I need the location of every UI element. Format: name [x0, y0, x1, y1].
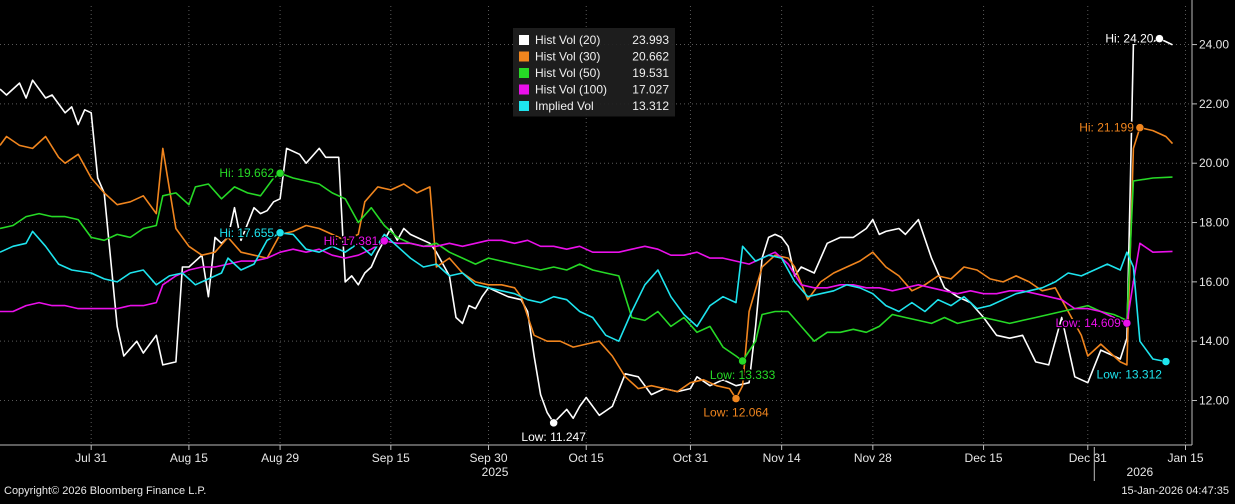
legend: Hist Vol (20) 23.993 Hist Vol (30) 20.662 Hi… [513, 28, 675, 117]
y-tick-label: 22.00 [1199, 97, 1229, 111]
legend-swatch [519, 35, 529, 45]
legend-series-name: Implied Vol [535, 99, 594, 113]
hi-label: Hi: 24.20 [1105, 32, 1153, 46]
x-tick-label: Sep 15 [372, 451, 410, 465]
low-marker [1122, 318, 1132, 328]
low-label: Low: 14.609 [1055, 316, 1121, 330]
copyright-text: Copyright© 2026 Bloomberg Finance L.P. [4, 485, 207, 497]
low-marker [738, 356, 747, 366]
x-tick-label: Aug 29 [261, 451, 299, 465]
x-tick-label: Aug 15 [170, 451, 208, 465]
hi-marker [1155, 34, 1164, 43]
legend-swatch [519, 51, 529, 62]
x-tick-label: Jan 15 [1167, 451, 1203, 465]
legend-swatch [519, 101, 529, 111]
legend-series-name: Hist Vol (100) [535, 83, 607, 97]
hi-marker [275, 168, 285, 178]
series-line-3 [0, 172, 1173, 362]
low-marker [549, 418, 558, 428]
chart-canvas: Jul 31 Aug 15 Aug 29 Sep 15 Sep 30 Oct 15 Oct … [0, 0, 1229, 481]
volatility-chart: Jul 31 Aug 15 Aug 29 Sep 15 Sep 30 Oct 15 Oct … [0, 0, 1235, 499]
year-label: 2025 [482, 465, 509, 479]
y-tick-label: 14.00 [1199, 334, 1229, 348]
y-tick-label: 12.00 [1199, 394, 1229, 408]
hi-label: Hi: 19.662 [219, 166, 274, 180]
legend-series-name: Hist Vol (30) [535, 50, 600, 64]
hi-marker [380, 236, 389, 246]
year-label: 2026 [1127, 465, 1154, 479]
hi-marker [1135, 123, 1145, 132]
y-tick-label: 16.00 [1199, 275, 1229, 289]
x-tick-label: Oct 31 [673, 451, 709, 465]
legend-series-value: 19.531 [632, 66, 669, 80]
legend-series-value: 20.662 [632, 50, 669, 64]
low-label: Low: 11.247 [521, 430, 586, 444]
low-label: Low: 12.064 [703, 406, 769, 420]
legend-series-value: 13.312 [632, 99, 669, 113]
x-tick-label: Nov 14 [763, 451, 801, 465]
hi-label: Hi: 21.199 [1079, 121, 1134, 135]
x-tick-label: Dec 15 [965, 451, 1003, 465]
y-tick-label: 20.00 [1199, 156, 1229, 170]
low-label: Low: 13.333 [710, 368, 776, 382]
legend-series-name: Hist Vol (50) [535, 66, 600, 80]
legend-series-value: 23.993 [632, 33, 669, 47]
x-tick-label: Dec 31 [1069, 451, 1107, 465]
hi-label: Hi: 17.655 [219, 226, 274, 240]
legend-swatch [519, 68, 529, 78]
y-tick-label: 24.00 [1199, 38, 1229, 52]
series-line-5 [0, 230, 1167, 363]
low-label: Low: 13.312 [1097, 368, 1163, 382]
x-tick-label: Sep 30 [470, 451, 508, 465]
low-marker [1161, 357, 1171, 366]
legend-swatch [519, 84, 529, 95]
hi-label: Hi: 17.381 [324, 234, 379, 248]
timestamp-text: 15-Jan-2026 04:47:35 [1121, 485, 1229, 497]
low-marker [731, 394, 741, 403]
y-tick-label: 18.00 [1199, 216, 1229, 230]
legend-series-name: Hist Vol (20) [535, 33, 600, 47]
x-tick-label: Oct 15 [569, 451, 605, 465]
x-tick-label: Nov 28 [854, 451, 892, 465]
hi-marker [275, 228, 285, 238]
legend-series-value: 17.027 [632, 83, 669, 97]
x-tick-label: Jul 31 [75, 451, 107, 465]
